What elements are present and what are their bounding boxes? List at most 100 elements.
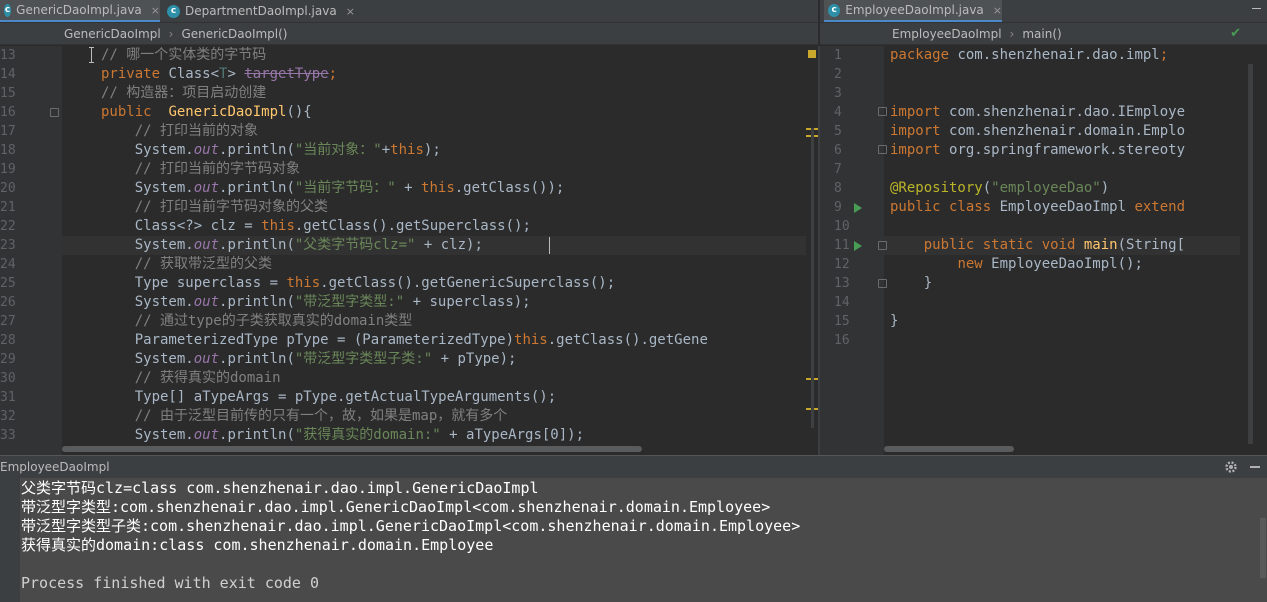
code-token: this <box>286 275 321 291</box>
pane-divider <box>818 0 820 22</box>
code-token: .println( <box>219 351 295 367</box>
tab-department-dao-impl[interactable]: c DepartmentDaoImpl.java × <box>163 0 363 22</box>
line-number: 17 <box>0 124 16 139</box>
code-token: System. <box>101 351 194 367</box>
code-line[interactable]: // 获得真实的domain <box>101 369 281 388</box>
vertical-scrollbar[interactable] <box>811 128 814 428</box>
code-line[interactable]: System.out.println("当前对象："+this); <box>101 141 449 160</box>
restore-window-icon[interactable] <box>1250 2 1262 14</box>
code-line[interactable]: package com.shenzhenair.dao.impl; <box>890 46 1168 65</box>
console-toolbar <box>0 478 20 602</box>
line-number: 25 <box>0 276 16 291</box>
left-editor[interactable]: // 哪一个实体类的字节码 private Class<T> targetType… <box>62 46 818 455</box>
fold-marker-icon[interactable] <box>878 241 887 250</box>
warning-marker[interactable] <box>808 50 816 58</box>
right-editor[interactable]: package com.shenzhenair.dao.impl; import … <box>884 46 1240 455</box>
line-number: 10 <box>834 219 850 234</box>
line-number: 19 <box>0 162 16 177</box>
code-line[interactable]: System.out.println("带泛型字类型:" + superclas… <box>101 293 531 312</box>
gear-icon[interactable] <box>1224 460 1238 474</box>
code-line[interactable]: System.out.println("父类字节码clz=" + clz); <box>101 236 483 255</box>
fold-marker-icon[interactable] <box>878 145 887 154</box>
code-line[interactable]: // 哪一个实体类的字节码 <box>101 46 266 65</box>
code-line[interactable]: public class EmployeeDaoImpl extend <box>890 198 1185 217</box>
code-line[interactable]: new EmployeeDaoImpl(); <box>890 255 1143 274</box>
java-class-icon: c <box>167 4 180 18</box>
line-number: 4 <box>834 105 842 120</box>
line-number: 29 <box>0 352 16 367</box>
code-token: this <box>514 332 548 348</box>
java-class-icon: c <box>4 3 12 17</box>
run-icon[interactable] <box>854 203 862 213</box>
code-line[interactable]: // 通过type的子类获取真实的domain类型 <box>101 312 413 331</box>
code-line[interactable]: // 由于泛型目前传的只有一个，故，如果是map，就有多个 <box>101 407 508 426</box>
code-line[interactable]: // 打印当前字节码对象的父类 <box>101 198 328 217</box>
line-number: 33 <box>0 428 16 443</box>
code-line[interactable]: public GenericDaoImpl(){ <box>101 103 312 122</box>
code-token: "employeeDao" <box>991 180 1101 196</box>
console-output[interactable]: 父类字节码clz=class com.shenzhenair.dao.impl.… <box>0 478 1267 602</box>
code-token: @Repository <box>890 180 983 196</box>
code-token: out <box>193 237 220 253</box>
code-token: ; <box>328 66 338 82</box>
code-line[interactable]: // 打印当前的对象 <box>101 122 258 141</box>
code-line[interactable]: // 构造器：项目启动创建 <box>101 84 266 103</box>
line-number: 11 <box>834 238 850 253</box>
code-token: out <box>193 142 220 158</box>
line-number: 14 <box>834 295 850 310</box>
vertical-scrollbar[interactable] <box>1260 518 1266 578</box>
code-line[interactable]: Class<?> clz = this.getClass().getSuperc… <box>101 217 531 236</box>
code-line[interactable]: import org.springframework.stereoty <box>890 141 1185 160</box>
code-line[interactable]: } <box>890 274 932 293</box>
code-line[interactable]: } <box>890 312 898 331</box>
tab-generic-dao-impl[interactable]: c GenericDaoImpl.java × <box>0 0 160 22</box>
line-number: 14 <box>0 67 16 82</box>
code-line[interactable]: // 打印当前的字节码对象 <box>101 160 300 179</box>
code-token: targetType <box>244 66 329 82</box>
code-line[interactable]: import com.shenzhenair.dao.IEmploye <box>890 103 1185 122</box>
code-token: .getClass().getSuperclass(); <box>294 218 531 234</box>
editor-tab-bar: c GenericDaoImpl.java × c DepartmentDaoI… <box>0 0 1267 23</box>
code-line[interactable]: // 获取带泛型的父类 <box>101 255 272 274</box>
line-numbers: 13 14 15 16 17 18 19 20 21 22 23 24 25 26 27 28 29 30 31 32… <box>0 46 50 455</box>
fold-marker-icon[interactable] <box>50 108 59 117</box>
breadcrumb-method[interactable]: GenericDaoImpl() <box>181 27 287 41</box>
code-token: "获得真实的domain:" <box>294 427 441 443</box>
code-line[interactable]: @Repository("employeeDao") <box>890 179 1109 198</box>
code-line[interactable]: Type superclass = this.getClass().getGen… <box>101 274 615 293</box>
code-line[interactable]: Type[] aTypeArgs = pType.getActualTypeAr… <box>101 388 556 407</box>
code-token: ) <box>1100 180 1110 196</box>
fold-marker-icon[interactable] <box>878 279 887 288</box>
code-token: System. <box>101 294 194 310</box>
close-icon[interactable]: × <box>993 4 1002 17</box>
horizontal-scrollbar[interactable] <box>62 446 642 452</box>
code-token: .println( <box>219 237 295 253</box>
run-icon[interactable] <box>854 241 862 251</box>
line-number: 32 <box>0 409 16 424</box>
breadcrumb-class[interactable]: GenericDaoImpl <box>64 27 161 41</box>
close-icon[interactable]: × <box>151 4 160 17</box>
close-icon[interactable]: × <box>346 5 355 18</box>
vertical-scrollbar[interactable] <box>1248 64 1253 444</box>
breadcrumb-method[interactable]: main() <box>1022 27 1061 41</box>
code-line[interactable]: import com.shenzhenair.domain.Emplo <box>890 122 1185 141</box>
fold-marker-icon[interactable] <box>878 107 887 116</box>
horizontal-scrollbar[interactable] <box>884 446 1014 452</box>
code-token: (String[ <box>1117 237 1186 253</box>
console-line: 获得真实的domain:class com.shenzhenair.domain… <box>21 536 494 554</box>
line-number: 15 <box>0 86 16 101</box>
minimize-icon[interactable] <box>1250 466 1260 468</box>
code-line[interactable]: System.out.println("带泛型字类型子类:" + pType); <box>101 350 517 369</box>
code-line[interactable]: System.out.println("当前字节码：" + this.getCl… <box>101 179 565 198</box>
code-token: EmployeeDaoImpl(); <box>991 256 1143 272</box>
code-line[interactable]: ParameterizedType pType = (Parameterized… <box>101 331 708 350</box>
code-line[interactable]: private Class<T> targetType; <box>101 65 337 84</box>
tab-employee-dao-impl[interactable]: c EmployeeDaoImpl.java × <box>824 0 1002 22</box>
code-line[interactable]: System.out.println("获得真实的domain:" + aTyp… <box>101 426 584 445</box>
code-token: extend <box>1134 199 1186 215</box>
code-token: import <box>890 104 950 120</box>
text-cursor-icon <box>89 47 95 63</box>
breadcrumb-class[interactable]: EmployeeDaoImpl <box>892 27 1002 41</box>
line-number: 3 <box>834 86 842 101</box>
code-line[interactable]: public static void main(String[ <box>890 236 1185 255</box>
